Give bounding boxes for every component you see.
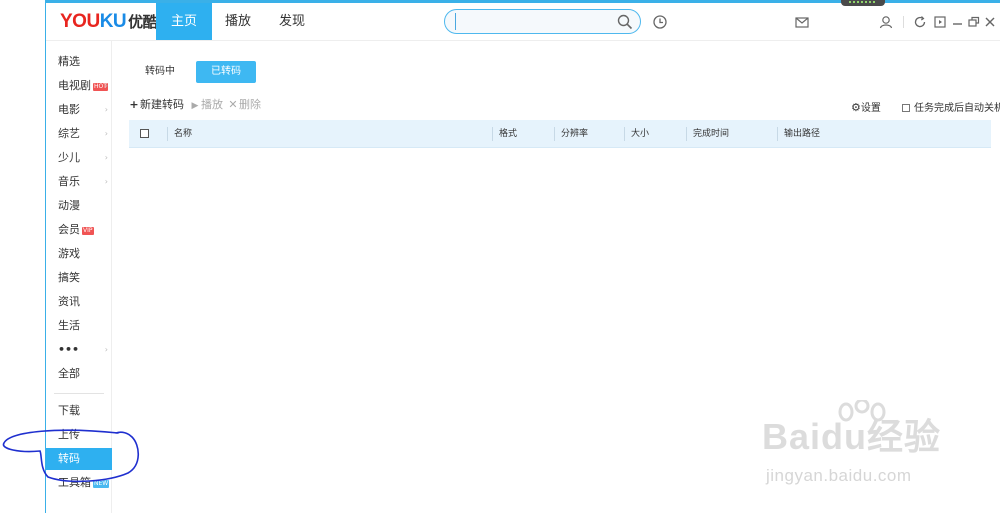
chevron-right-icon: › — [104, 345, 108, 354]
sidebar-item-life[interactable]: 生活 — [46, 315, 112, 337]
sidebar-item-label: 音乐 — [58, 175, 80, 188]
sidebar-item-label: 转码 — [58, 452, 80, 465]
sidebar-item-featured[interactable]: 精选 — [46, 51, 112, 73]
restore-icon[interactable] — [966, 14, 982, 30]
plus-icon: + — [129, 98, 139, 111]
sidebar-item-variety[interactable]: 综艺 › — [46, 123, 112, 145]
more-icon: ••• — [58, 343, 80, 356]
vip-badge: VIP — [82, 227, 94, 235]
sidebar-item-anime[interactable]: 动漫 — [46, 195, 112, 217]
sidebar-item-more[interactable]: ••• › — [46, 339, 112, 361]
settings-button[interactable]: ⚙设置 — [851, 99, 881, 114]
auto-shutdown-checkbox[interactable] — [902, 104, 910, 112]
auto-shutdown-option[interactable]: 任务完成后自动关机 — [902, 99, 1000, 114]
column-header-resolution[interactable]: 分辨率 — [555, 120, 588, 148]
logo-cn: 优酷 — [128, 14, 158, 31]
tab-transcoding[interactable]: 转码中 — [130, 61, 190, 83]
sidebar-item-label: 上传 — [58, 428, 80, 441]
table-header: 名称 格式 分辨率 大小 完成时间 输出路径 — [129, 120, 991, 148]
column-header-completed-time[interactable]: 完成时间 — [687, 120, 729, 148]
sidebar-item-label: 会员 — [58, 223, 80, 236]
sidebar-item-tv[interactable]: 电视剧 HOT › — [46, 75, 112, 97]
header-divider — [903, 16, 904, 28]
sidebar-item-music[interactable]: 音乐 › — [46, 171, 112, 193]
sidebar-item-membership[interactable]: 会员 VIP — [46, 219, 112, 241]
sidebar-item-all[interactable]: 全部 — [46, 363, 112, 385]
sidebar-divider — [54, 393, 104, 394]
sidebar-item-label: 生活 — [58, 319, 80, 332]
play-button[interactable]: ▶ 播放 — [189, 96, 223, 114]
nav-tab-play[interactable]: 播放 — [210, 3, 266, 40]
nav-tab-home[interactable]: 主页 — [156, 3, 212, 40]
skin-indicator[interactable] — [841, 0, 885, 6]
chevron-right-icon: › — [104, 129, 108, 138]
transcode-panel: 转码中 已转码 +新建转码 ▶ 播放 ✕删除 ⚙设置 任务完成后自动关机 名称 格… — [112, 41, 1000, 513]
sidebar-item-news[interactable]: 资讯 — [46, 291, 112, 313]
new-transcode-label: 新建转码 — [140, 98, 184, 111]
delete-button[interactable]: ✕删除 — [227, 96, 261, 114]
play-icon: ▶ — [191, 101, 199, 111]
refresh-icon[interactable] — [912, 14, 928, 30]
sidebar-item-label: 电视剧 — [58, 79, 91, 92]
gear-icon: ⚙ — [851, 101, 861, 114]
close-icon[interactable] — [982, 14, 998, 30]
column-header-format[interactable]: 格式 — [493, 120, 517, 148]
sidebar: 精选 电视剧 HOT › 电影 › 综艺 › 少儿 › 音乐 › 动漫 会员 VIP 游戏 搞… — [46, 41, 112, 513]
sidebar-item-upload[interactable]: 上传 — [46, 424, 112, 446]
sidebar-item-label: 电影 — [58, 103, 80, 116]
sidebar-item-label: 动漫 — [58, 199, 80, 212]
minimize-icon[interactable] — [950, 14, 966, 30]
search-box — [444, 9, 641, 34]
logo-brand-blue: KU — [99, 11, 127, 32]
sidebar-item-label: 全部 — [58, 367, 80, 380]
sidebar-item-kids[interactable]: 少儿 › — [46, 147, 112, 169]
sidebar-item-label: 少儿 — [58, 151, 80, 164]
sidebar-item-label: 资讯 — [58, 295, 80, 308]
delete-label: 删除 — [239, 98, 261, 111]
sidebar-item-toolbox[interactable]: 工具箱 NEW — [46, 472, 112, 494]
youku-logo[interactable]: YOUKU 优酷 — [60, 11, 158, 33]
app-window: YOUKU 优酷 主页 播放 发现 精选 电视剧 HOT › 电影 › 综艺 ›… — [45, 0, 1000, 513]
sidebar-item-games[interactable]: 游戏 — [46, 243, 112, 265]
sidebar-item-download[interactable]: 下载 — [46, 400, 112, 422]
settings-label: 设置 — [860, 103, 881, 114]
search-input[interactable] — [455, 13, 615, 30]
chevron-right-icon: › — [104, 105, 108, 114]
column-header-size[interactable]: 大小 — [625, 120, 649, 148]
play-label: 播放 — [201, 98, 223, 111]
minimize-to-tray-icon[interactable] — [932, 14, 948, 30]
column-header-output-path[interactable]: 输出路径 — [778, 120, 820, 148]
column-header-name[interactable]: 名称 — [168, 120, 192, 148]
search-icon[interactable] — [617, 14, 633, 30]
sidebar-item-label: 搞笑 — [58, 271, 80, 284]
history-icon[interactable] — [652, 14, 668, 30]
sidebar-item-label: 综艺 — [58, 127, 80, 140]
sidebar-item-label: 下载 — [58, 404, 80, 417]
select-all-checkbox[interactable] — [140, 129, 149, 138]
message-icon[interactable] — [794, 14, 810, 30]
sidebar-item-funny[interactable]: 搞笑 — [46, 267, 112, 289]
chevron-right-icon: › — [104, 81, 108, 90]
logo-brand-red: YOU — [60, 11, 100, 32]
tab-transcoded[interactable]: 已转码 — [196, 61, 256, 83]
user-icon[interactable] — [878, 14, 894, 30]
sidebar-item-movies[interactable]: 电影 › — [46, 99, 112, 121]
sidebar-item-transcode[interactable]: 转码 — [46, 448, 112, 470]
sidebar-item-label: 工具箱 — [58, 476, 91, 489]
chevron-right-icon: › — [104, 153, 108, 162]
new-transcode-button[interactable]: +新建转码 — [128, 96, 184, 114]
chevron-right-icon: › — [104, 177, 108, 186]
nav-tab-discover[interactable]: 发现 — [264, 3, 320, 40]
sidebar-item-label: 精选 — [58, 55, 80, 68]
delete-icon: ✕ — [228, 98, 238, 111]
new-badge: NEW — [93, 480, 110, 488]
top-bar: YOUKU 优酷 主页 播放 发现 — [46, 0, 1000, 41]
auto-shutdown-label: 任务完成后自动关机 — [914, 103, 1000, 114]
sidebar-item-label: 游戏 — [58, 247, 80, 260]
